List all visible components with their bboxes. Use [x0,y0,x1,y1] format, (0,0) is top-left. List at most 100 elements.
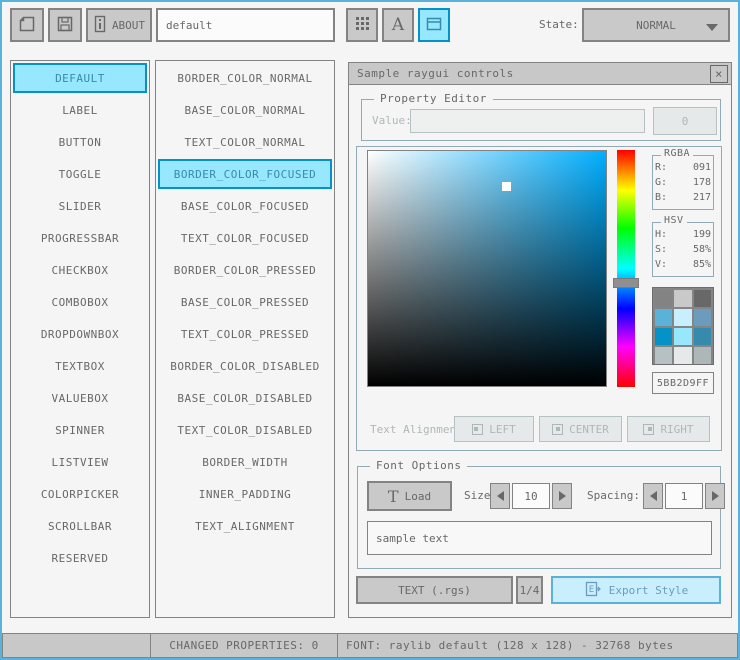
hue-slider-handle[interactable] [613,278,639,288]
control-list-item-label: LISTVIEW [51,455,109,469]
rgba-groupbox: RGBA R: 091 G: 178 B: 217 [652,148,714,210]
property-list-item[interactable]: BORDER_COLOR_NORMAL [158,63,332,93]
palette-color-cell[interactable] [674,328,692,345]
file-icon [17,14,37,37]
palette-color-cell[interactable] [655,347,673,364]
spinner-right-icon [558,491,566,501]
control-list-item[interactable]: LISTVIEW [13,447,147,477]
palette-color-cell[interactable] [674,309,692,326]
control-list-item[interactable]: TOGGLE [13,159,147,189]
font-size-value-box[interactable]: 10 [512,483,550,509]
control-list-item[interactable]: SCROLLBAR [13,511,147,541]
property-list-item[interactable]: BORDER_COLOR_FOCUSED [158,159,332,189]
control-list-item[interactable]: LABEL [13,95,147,125]
font-atlas-button[interactable]: A [382,8,414,42]
changed-properties-text: CHANGED PROPERTIES: 0 [169,639,319,652]
style-name-input[interactable] [166,18,325,32]
value-apply-button[interactable]: 0 [653,107,717,135]
property-list-item-label: BORDER_COLOR_FOCUSED [173,167,317,181]
about-button-label: ABOUT [111,18,146,32]
control-list-item[interactable]: COLORPICKER [13,479,147,509]
property-list-item[interactable]: BORDER_WIDTH [158,447,332,477]
palette-color-cell[interactable] [655,290,673,307]
font-spacing-value-box[interactable]: 1 [665,483,703,509]
property-list-item[interactable]: BASE_COLOR_DISABLED [158,383,332,413]
palette-color-cell[interactable] [655,309,673,326]
palette-color-cell[interactable] [693,290,711,307]
close-button[interactable]: × [710,65,728,83]
rgba-values: R: 091 G: 178 B: 217 [653,156,713,205]
property-list-item-label: TEXT_COLOR_NORMAL [184,135,306,149]
property-list-item[interactable]: BASE_COLOR_FOCUSED [158,191,332,221]
hsv-values: H: 199 S: 58% V: 85% [653,223,713,272]
statusbar-left-cell [2,633,151,658]
control-list-item-label: COLORPICKER [40,487,120,501]
rgba-row-key: B: [655,192,668,203]
control-list-item[interactable]: RESERVED [13,543,147,573]
property-list-item[interactable]: TEXT_COLOR_NORMAL [158,127,332,157]
font-size-decrease-button[interactable] [490,483,510,509]
rgba-row-value: 178 [692,177,711,188]
palette-color-cell[interactable] [674,290,692,307]
control-list-item-label: RESERVED [51,551,109,565]
palette-color-cell[interactable] [693,309,711,326]
sample-text-input[interactable] [376,531,703,545]
style-table-button[interactable] [346,8,378,42]
spinner-right-icon [711,491,719,501]
property-list-item[interactable]: BORDER_COLOR_PRESSED [158,255,332,285]
new-file-button[interactable] [10,8,44,42]
statusbar-font-info: FONT: raylib default (128 x 128) - 32768… [337,633,738,658]
font-spacing-decrease-button[interactable] [643,483,663,509]
align-center-button[interactable]: CENTER [539,416,622,442]
property-list-item[interactable]: BASE_COLOR_NORMAL [158,95,332,125]
font-size-increase-button[interactable] [552,483,572,509]
state-dropdown[interactable]: NORMAL [582,8,730,42]
value-input-wrap [410,109,645,133]
control-list-item[interactable]: DROPDOWNBOX [13,319,147,349]
hsv-row-key: S: [655,244,668,255]
color-saturation-value-picker[interactable] [367,150,607,387]
control-list-item[interactable]: SLIDER [13,191,147,221]
sample-window-titlebar[interactable]: Sample raygui controls × [349,63,731,85]
show-controls-window-button[interactable] [418,8,450,42]
hsv-groupbox: HSV H: 199 S: 58% V: 85% [652,215,714,277]
export-page-button[interactable]: 1/4 [516,576,543,604]
export-format-button[interactable]: TEXT (.rgs) [356,576,513,604]
control-list-item[interactable]: VALUEBOX [13,383,147,413]
align-right-button[interactable]: RIGHT [627,416,710,442]
palette-color-cell[interactable] [693,347,711,364]
properties-listview: BORDER_COLOR_NORMAL BASE_COLOR_NORMAL TE… [155,60,335,618]
align-left-button[interactable]: LEFT [454,416,534,442]
property-list-item[interactable]: TEXT_COLOR_FOCUSED [158,223,332,253]
spinner-left-icon [496,491,504,501]
palette-color-cell[interactable] [674,347,692,364]
control-list-item[interactable]: PROGRESSBAR [13,223,147,253]
save-file-button[interactable] [48,8,82,42]
state-label: State: [539,18,579,31]
property-list-item[interactable]: TEXT_ALIGNMENT [158,511,332,541]
property-list-item[interactable]: BASE_COLOR_PRESSED [158,287,332,317]
palette-color-cell[interactable] [655,328,673,345]
control-list-item[interactable]: SPINNER [13,415,147,445]
property-list-item[interactable]: INNER_PADDING [158,479,332,509]
control-list-item[interactable]: BUTTON [13,127,147,157]
hex-color-value-box[interactable]: 5BB2D9FF [652,372,714,394]
control-list-item[interactable]: DEFAULT [13,63,147,93]
property-list-item[interactable]: TEXT_COLOR_DISABLED [158,415,332,445]
control-list-item[interactable]: CHECKBOX [13,255,147,285]
align-left-label: LEFT [489,422,516,436]
about-button[interactable]: ABOUT [86,8,152,42]
property-list-item[interactable]: BORDER_COLOR_DISABLED [158,351,332,381]
value-input[interactable] [411,114,644,128]
palette-color-cell[interactable] [693,328,711,345]
property-list-item[interactable]: TEXT_COLOR_PRESSED [158,319,332,349]
font-load-button[interactable]: T Load [367,481,452,511]
hsv-row-key: V: [655,259,668,270]
control-list-item[interactable]: COMBOBOX [13,287,147,317]
control-list-item[interactable]: TEXTBOX [13,351,147,381]
export-style-button[interactable]: E Export Style [551,576,721,604]
hue-slider[interactable] [617,150,635,387]
font-options-label: Font Options [370,459,468,472]
font-spacing-increase-button[interactable] [705,483,725,509]
hsv-row-key: H: [655,229,668,240]
